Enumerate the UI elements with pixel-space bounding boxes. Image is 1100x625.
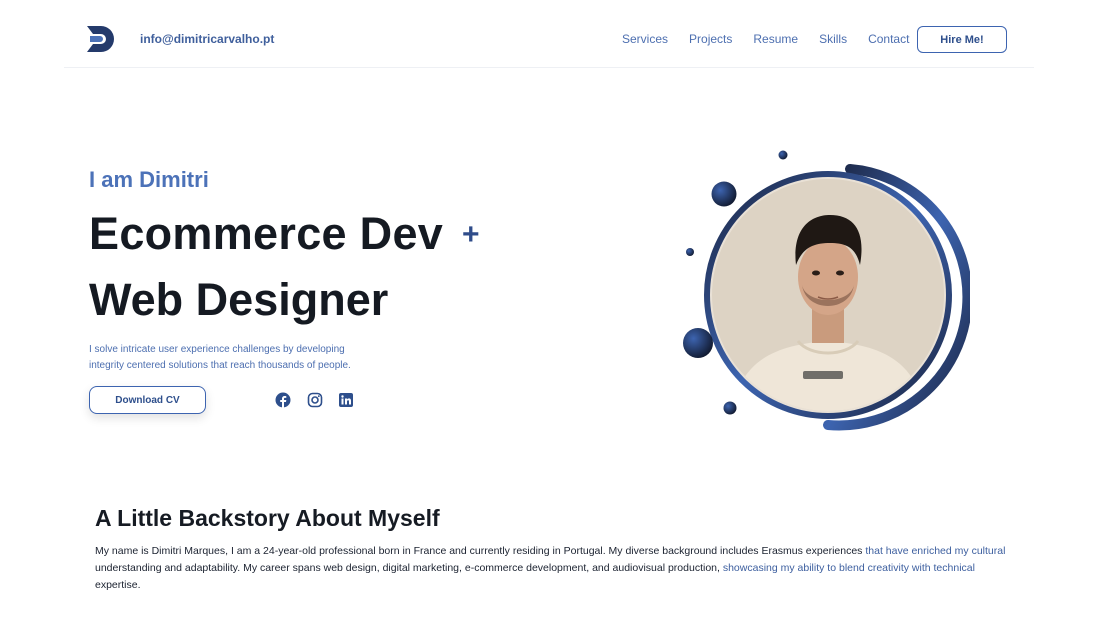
hero-title-line2: Web Designer bbox=[89, 274, 389, 325]
nav-resume[interactable]: Resume bbox=[753, 32, 798, 46]
hero-title-line1: Ecommerce Dev bbox=[89, 208, 443, 260]
facebook-icon[interactable] bbox=[275, 392, 291, 408]
backstory-text-4: showcasing my ability to blend creativit… bbox=[722, 562, 975, 574]
main-nav: Services Projects Resume Skills Contact bbox=[622, 32, 930, 46]
backstory-text: My name is Dimitri Marques, I am a 24-ye… bbox=[95, 543, 1015, 594]
backstory-text-1: My name is Dimitri Marques, I am a 24-ye… bbox=[95, 545, 866, 557]
hero-greeting: I am Dimitri bbox=[89, 167, 209, 192]
backstory-text-5: expertise. bbox=[95, 579, 141, 591]
backstory-text-3: understanding and adaptability. My caree… bbox=[95, 562, 723, 574]
nav-projects[interactable]: Projects bbox=[689, 32, 732, 46]
hero-description: I solve intricate user experience challe… bbox=[89, 344, 351, 371]
download-cv-button[interactable]: Download CV bbox=[89, 386, 206, 414]
instagram-icon[interactable] bbox=[307, 392, 323, 408]
site-header: info@dimitricarvalho.pt Services Project… bbox=[64, 0, 1034, 68]
nav-skills[interactable]: Skills bbox=[819, 32, 847, 46]
backstory-title: A Little Backstory About Myself bbox=[95, 505, 440, 531]
nav-contact[interactable]: Contact bbox=[868, 32, 909, 46]
portrait-graphic bbox=[683, 150, 970, 431]
hero-title-line1-text: Ecommerce Dev bbox=[89, 208, 444, 259]
hero-title-plus: + bbox=[462, 218, 480, 251]
linkedin-icon[interactable] bbox=[338, 392, 354, 408]
header-email[interactable]: info@dimitricarvalho.pt bbox=[140, 32, 274, 46]
nav-services[interactable]: Services bbox=[622, 32, 668, 46]
logo-icon[interactable] bbox=[84, 22, 118, 56]
hire-me-button[interactable]: Hire Me! bbox=[917, 26, 1007, 53]
backstory-text-2: that have enriched my cultural bbox=[865, 545, 1006, 557]
